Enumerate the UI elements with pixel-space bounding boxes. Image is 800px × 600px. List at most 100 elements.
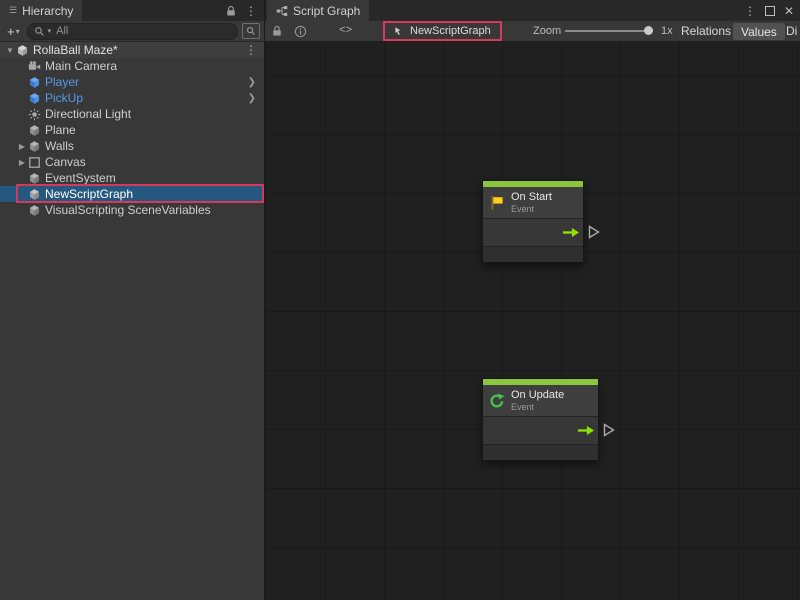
zoom-slider-knob[interactable] [644, 26, 653, 35]
hierarchy-item-label: VisualScripting SceneVariables [45, 203, 211, 217]
hierarchy-tab-controls: ⋮ [225, 0, 264, 21]
prefab-open-chevron-icon[interactable]: ❯ [248, 77, 264, 88]
hierarchy-item-eventsystem[interactable]: EventSystem [0, 170, 264, 186]
cube-icon [28, 204, 41, 217]
zoom-value: 1x [661, 21, 673, 41]
dim-button[interactable]: Di [786, 21, 797, 41]
graph-asset-name: NewScriptGraph [410, 25, 491, 37]
cube-icon [28, 140, 41, 153]
tab-script-graph[interactable]: Script Graph [267, 0, 369, 21]
hierarchy-item-player[interactable]: Player ❯ [0, 74, 264, 90]
cube-icon [28, 172, 41, 185]
node-footer [483, 445, 598, 460]
node-on-start[interactable]: On Start Event [482, 180, 584, 263]
hierarchy-item-label: Directional Light [45, 107, 131, 121]
hierarchy-item-visualscripting-scenevariables[interactable]: VisualScripting SceneVariables [0, 202, 264, 218]
node-output-row[interactable] [483, 417, 598, 445]
hierarchy-item-label: Main Camera [45, 59, 117, 73]
node-subtitle: Event [511, 204, 552, 214]
lock-icon[interactable] [225, 5, 237, 17]
hierarchy-toolbar: + ▾ ▾ [0, 21, 264, 42]
prefab-open-chevron-icon[interactable]: ❯ [248, 93, 264, 104]
hierarchy-search-input[interactable] [54, 24, 231, 38]
search-window-icon[interactable] [242, 23, 260, 39]
magnifier-icon [34, 26, 45, 37]
output-port-icon[interactable] [588, 225, 600, 239]
node-header[interactable]: On Update Event [483, 385, 598, 417]
hierarchy-item-label: Player [45, 75, 79, 89]
search-filter-caret-icon[interactable]: ▾ [48, 27, 52, 35]
tab-hierarchy[interactable]: ☰ Hierarchy [0, 0, 82, 21]
values-button[interactable]: Values [733, 23, 785, 40]
camera-icon [28, 60, 41, 73]
prefab-cube-icon [28, 76, 41, 89]
script-graph-panel: Script Graph ⋮ ✕ <> NewScriptGraph [265, 0, 800, 600]
info-icon[interactable] [294, 21, 307, 41]
flow-arrow-icon [562, 227, 580, 238]
graph-lock-icon[interactable] [271, 21, 283, 41]
close-icon[interactable]: ✕ [784, 4, 794, 18]
code-view-icon[interactable]: <> [339, 21, 352, 41]
hierarchy-item-label: Plane [45, 123, 76, 137]
flag-icon [489, 195, 505, 211]
script-graph-icon [276, 5, 288, 17]
cube-icon [28, 124, 41, 137]
graph-asset-breadcrumb[interactable]: NewScriptGraph [383, 21, 502, 41]
maximize-icon[interactable] [765, 6, 775, 16]
create-object-button[interactable]: + ▾ [4, 24, 23, 39]
graph-canvas[interactable]: On Start Event [265, 42, 800, 600]
hierarchy-item-directional-light[interactable]: Directional Light [0, 106, 264, 122]
node-footer [483, 247, 583, 262]
foldout-open-icon[interactable]: ▼ [4, 46, 16, 55]
zoom-slider-track[interactable] [565, 30, 653, 32]
node-subtitle: Event [511, 402, 564, 412]
window-menu-icon[interactable]: ⋮ [744, 5, 756, 17]
foldout-closed-icon[interactable]: ▶ [16, 158, 28, 167]
panel-menu-icon: ☰ [9, 5, 17, 16]
node-on-update[interactable]: On Update Event [482, 378, 599, 461]
foldout-closed-icon[interactable]: ▶ [16, 142, 28, 151]
node-header[interactable]: On Start Event [483, 187, 583, 219]
hierarchy-search-box[interactable]: ▾ [27, 23, 238, 40]
hierarchy-item-label: Walls [45, 139, 74, 153]
hierarchy-item-newscriptgraph[interactable]: NewScriptGraph [0, 186, 264, 202]
script-graph-asset-icon [394, 26, 405, 37]
chevron-down-icon: ▾ [16, 27, 20, 36]
hierarchy-panel: ☰ Hierarchy ⋮ + ▾ ▾ [0, 0, 265, 600]
hierarchy-item-label: NewScriptGraph [45, 187, 133, 201]
hierarchy-item-label: PickUp [45, 91, 83, 105]
unity-scene-icon [16, 44, 29, 57]
scene-menu-icon[interactable]: ⋮ [245, 44, 264, 56]
hierarchy-item-label: Canvas [45, 155, 86, 169]
tab-script-graph-label: Script Graph [293, 4, 360, 18]
hierarchy-tree: ▼ RollaBall Maze* ⋮ Main Camera [0, 42, 264, 218]
unity-editor-window: ☰ Hierarchy ⋮ + ▾ ▾ [0, 0, 800, 600]
graph-toolbar: <> NewScriptGraph Zoom 1x Relations Valu… [265, 21, 800, 42]
hierarchy-item-main-camera[interactable]: Main Camera [0, 58, 264, 74]
hierarchy-menu-icon[interactable]: ⋮ [245, 5, 257, 17]
create-object-label: + [7, 24, 15, 39]
hierarchy-item-walls[interactable]: ▶ Walls [0, 138, 264, 154]
hierarchy-item-canvas[interactable]: ▶ Canvas [0, 154, 264, 170]
output-port-icon[interactable] [603, 423, 615, 437]
scene-name: RollaBall Maze* [33, 43, 118, 57]
prefab-cube-icon [28, 92, 41, 105]
hierarchy-item-plane[interactable]: Plane [0, 122, 264, 138]
hierarchy-tabbar: ☰ Hierarchy ⋮ [0, 0, 264, 21]
window-controls: ⋮ ✕ [744, 0, 794, 21]
flow-arrow-icon [577, 425, 595, 436]
zoom-label: Zoom [533, 21, 561, 41]
canvas-icon [28, 156, 41, 169]
loop-icon [489, 393, 505, 409]
tab-hierarchy-label: Hierarchy [22, 4, 73, 18]
relations-button[interactable]: Relations [677, 21, 735, 41]
node-title: On Start [511, 191, 552, 204]
node-output-row[interactable] [483, 219, 583, 247]
node-title: On Update [511, 389, 564, 402]
scene-header-row[interactable]: ▼ RollaBall Maze* ⋮ [0, 42, 264, 58]
zoom-slider[interactable] [565, 21, 653, 41]
light-icon [28, 108, 41, 121]
hierarchy-item-pickup[interactable]: PickUp ❯ [0, 90, 264, 106]
graph-tabbar: Script Graph ⋮ ✕ [265, 0, 800, 21]
hierarchy-item-label: EventSystem [45, 171, 116, 185]
